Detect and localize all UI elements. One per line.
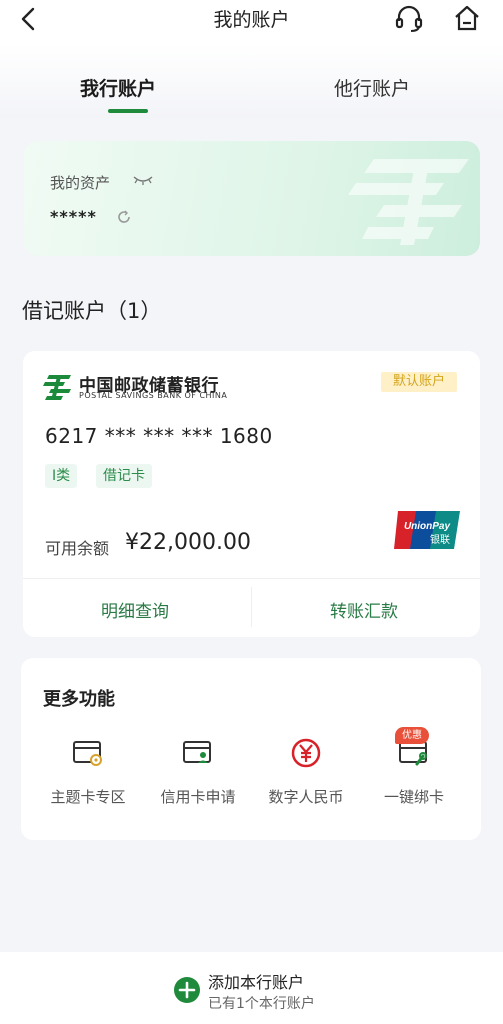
card-number: 6217 *** *** *** 1680 (45, 424, 273, 448)
account-tabs: 我行账户 他行账户 (0, 44, 503, 118)
credit-card-apply-icon (183, 741, 211, 763)
plus-circle-icon[interactable] (173, 976, 201, 1004)
asset-masked-value: ***** (50, 207, 97, 226)
card-type-tag: 借记卡 (96, 464, 152, 488)
psbc-logo-icon (43, 375, 71, 400)
feature-label: 数字人民币 (268, 788, 344, 806)
feature-digital-rmb[interactable]: 数字人民币 (251, 736, 361, 816)
promo-badge: 优惠 (395, 727, 429, 744)
balance-value: ¥22,000.00 (125, 530, 251, 555)
add-account-subtitle: 已有1个本行账户 (208, 996, 315, 1012)
digital-rmb-icon (291, 738, 321, 768)
add-account-title[interactable]: 添加本行账户 (208, 969, 304, 993)
asset-card: 我的资产 ***** (24, 141, 480, 256)
account-class-tag: I类 (45, 464, 78, 488)
default-account-badge: 默认账户 (381, 372, 457, 392)
headset-icon[interactable] (394, 3, 424, 33)
unionpay-wordmark: UnionPay (404, 521, 451, 532)
actions-divider (251, 587, 252, 627)
debit-accounts-title: 借记账户（1） (22, 299, 162, 323)
feature-bind-card[interactable]: 一键绑卡 (359, 736, 469, 816)
asset-label: 我的资产 (50, 174, 111, 192)
bank-name-en: POSTAL SAVINGS BANK OF CHINA (79, 391, 228, 400)
feature-label: 一键绑卡 (383, 788, 444, 806)
unionpay-cn-label: 银联 (430, 533, 450, 546)
refresh-icon[interactable] (116, 209, 132, 225)
transaction-details-button[interactable]: 明细查询 (101, 597, 169, 622)
page-title: 我的账户 (213, 9, 290, 31)
balance-label: 可用余额 (45, 539, 110, 558)
feature-credit-card-apply[interactable]: 信用卡申请 (143, 736, 253, 816)
home-icon[interactable] (452, 3, 482, 33)
tab-active-indicator (108, 109, 148, 113)
unionpay-logo-icon: UnionPay 银联 (394, 511, 460, 549)
transfer-button[interactable]: 转账汇款 (330, 597, 398, 622)
more-features-title: 更多功能 (43, 689, 115, 710)
top-bar: 我的账户 (0, 0, 503, 44)
postal-logo-watermark-icon (348, 159, 469, 245)
tab-my-bank-accounts[interactable]: 我行账户 (80, 74, 156, 101)
debit-account-card[interactable]: 中国邮政储蓄银行 POSTAL SAVINGS BANK OF CHINA 默认… (23, 351, 480, 637)
eye-closed-icon[interactable] (132, 173, 154, 187)
bottom-add-account-bar[interactable]: 添加本行账户 已有1个本行账户 (0, 952, 503, 1024)
feature-theme-card[interactable]: 主题卡专区 (33, 736, 143, 816)
more-features-card: 更多功能 主题卡专区 信用卡申请 数字人民币 一键绑卡 (21, 658, 481, 840)
feature-label: 信用卡申请 (160, 788, 236, 806)
tab-other-bank-accounts[interactable]: 他行账户 (334, 74, 410, 101)
theme-card-icon (73, 741, 102, 766)
card-divider (23, 578, 480, 579)
feature-label: 主题卡专区 (50, 788, 126, 806)
